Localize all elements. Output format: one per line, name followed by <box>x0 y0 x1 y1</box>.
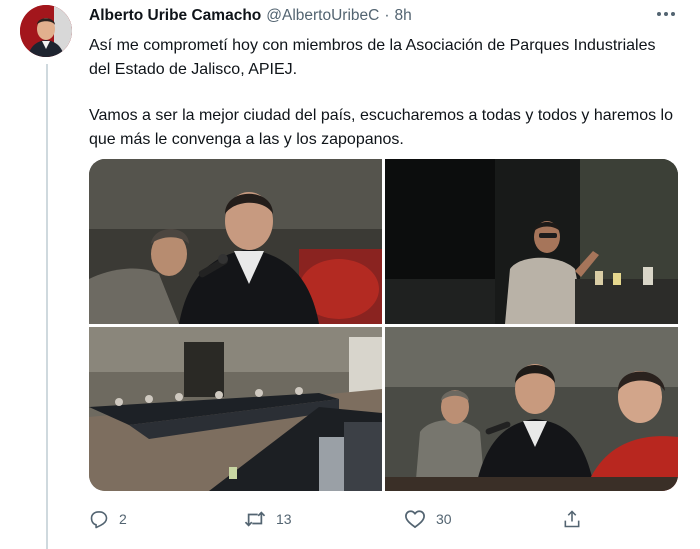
like-count: 30 <box>436 511 452 527</box>
photo-meeting-room[interactable] <box>89 327 382 491</box>
reply-count: 2 <box>119 511 127 527</box>
tweet-header: Alberto Uribe Camacho @AlbertoUribeC · 8… <box>89 6 412 26</box>
avatar-image <box>20 5 72 57</box>
tweet-paragraph-1: Así me comprometí hoy con miembros de la… <box>89 37 656 78</box>
reply-button[interactable]: 2 <box>89 506 127 532</box>
photo-speaker-closeup[interactable] <box>89 159 382 324</box>
like-button[interactable]: 30 <box>404 506 452 532</box>
tweet-timestamp[interactable]: 8h <box>395 7 412 25</box>
retweet-count: 13 <box>276 511 292 527</box>
share-icon <box>564 510 580 528</box>
tweet-text: Así me comprometí hoy con miembros de la… <box>89 34 679 151</box>
more-options-button[interactable] <box>654 4 678 24</box>
thread-connector-line <box>46 64 48 549</box>
reply-icon <box>90 511 108 529</box>
author-handle[interactable]: @AlbertoUribeC <box>266 7 379 25</box>
retweet-button[interactable]: 13 <box>244 506 292 532</box>
tweet-actions: 2 13 30 <box>89 506 589 532</box>
header-separator: · <box>384 7 390 24</box>
heart-icon <box>405 510 425 529</box>
more-horizontal-icon <box>657 12 675 16</box>
avatar[interactable] <box>20 5 72 57</box>
author-name[interactable]: Alberto Uribe Camacho <box>89 7 261 25</box>
tweet-paragraph-2: Vamos a ser la mejor ciudad del país, es… <box>89 107 673 148</box>
share-button[interactable] <box>562 506 582 532</box>
photo-speaker-standing[interactable] <box>385 159 678 324</box>
media-grid <box>89 159 678 491</box>
retweet-icon <box>244 511 266 527</box>
photo-speaker-table[interactable] <box>385 327 678 491</box>
